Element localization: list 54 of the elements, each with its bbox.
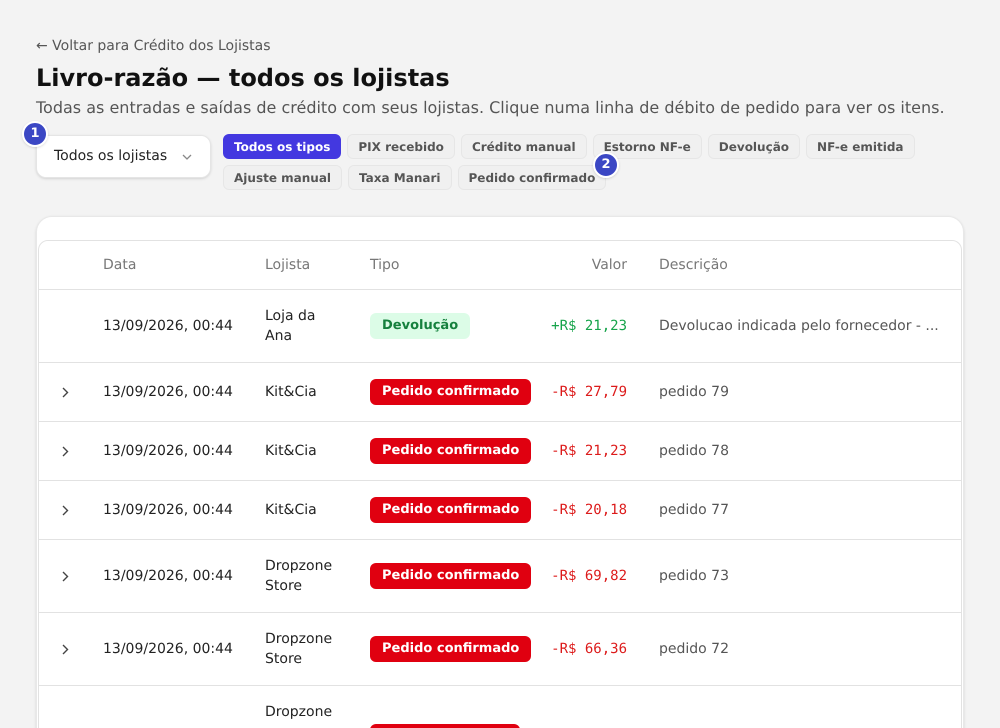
date-text: 13/09/2026, 00:44 [103, 640, 233, 656]
store-name: Dropzone Store [265, 557, 334, 596]
chevron-right-icon[interactable] [62, 644, 68, 654]
description-text: Devolucao indicada pelo fornecedor - ... [659, 318, 939, 334]
filter-chip[interactable]: Estorno NF-e [592, 134, 702, 159]
type-badge: Pedido confirmado [370, 563, 532, 589]
type-badge: Pedido confirmado [370, 497, 532, 523]
filter-chip[interactable]: Ajuste manual [223, 165, 342, 190]
date-text: 13/09/2026, 00:44 [103, 318, 233, 334]
amount-text: -R$ 20,18 [551, 502, 627, 518]
filter-chip[interactable]: Taxa Manari [348, 165, 452, 190]
filter-chip[interactable]: Crédito manual [460, 134, 587, 159]
chevron-down-icon [182, 154, 192, 160]
amount-text: -R$ 66,36 [551, 640, 627, 656]
column-header: Lojista [264, 256, 312, 274]
type-badge: Devolução [370, 313, 470, 339]
amount-text: -R$ 69,82 [551, 568, 627, 584]
type-badge: Pedido confirmado [370, 379, 532, 405]
chevron-right-icon[interactable] [62, 386, 68, 398]
filter-chip[interactable]: Devolução [708, 134, 800, 159]
type-badge: Pedido confirmado [370, 438, 532, 464]
column-header: Data [102, 256, 138, 274]
chevron-right-icon[interactable] [62, 446, 68, 456]
chevron-right-icon[interactable] [62, 504, 68, 516]
filter-chip[interactable]: PIX recebido [347, 134, 455, 159]
type-badge: Pedido confirmado [370, 636, 532, 662]
description-text: pedido 77 [659, 502, 729, 518]
column-header: Valor [590, 256, 628, 274]
column-header: Descrição [658, 256, 729, 274]
date-text: 13/09/2026, 00:44 [103, 568, 233, 584]
store-name: Kit&Cia [265, 383, 318, 402]
chevron-right-icon[interactable] [62, 570, 68, 582]
description-text: pedido 72 [659, 640, 729, 656]
store-name: Kit&Cia [265, 442, 318, 461]
date-text: 13/09/2026, 00:44 [103, 442, 233, 458]
date-text: 13/09/2026, 00:44 [103, 384, 233, 400]
back-link[interactable]: ← Voltar para Crédito dos Lojistas [36, 37, 964, 55]
store-name: Kit&Cia [265, 501, 318, 520]
store-name: Loja da Ana [265, 307, 317, 346]
column-header: Tipo [369, 256, 400, 274]
store-name: Dropzone [265, 703, 334, 722]
amount-text: -R$ 21,23 [551, 442, 627, 458]
amount-text: +R$ 21,23 [551, 318, 627, 334]
store-name: Dropzone Store [265, 630, 334, 669]
description-text: pedido 79 [659, 384, 729, 400]
filter-chip[interactable]: NF-e emitida [806, 134, 915, 159]
description-text: pedido 78 [659, 442, 729, 458]
date-text: 13/09/2026, 00:44 [103, 502, 233, 518]
description-text: pedido 73 [659, 568, 729, 584]
filter-chip[interactable]: Todos os tipos [223, 134, 342, 159]
page-title: Livro-razão — todos os lojistas [36, 63, 451, 93]
amount-text: -R$ 27,79 [551, 384, 627, 400]
page-subtitle: Todas as entradas e saídas de crédito com seus lojistas. Clique numa linha de débito de pedido para ver os itens. [36, 98, 946, 118]
step-marker: 1 [22, 121, 48, 147]
